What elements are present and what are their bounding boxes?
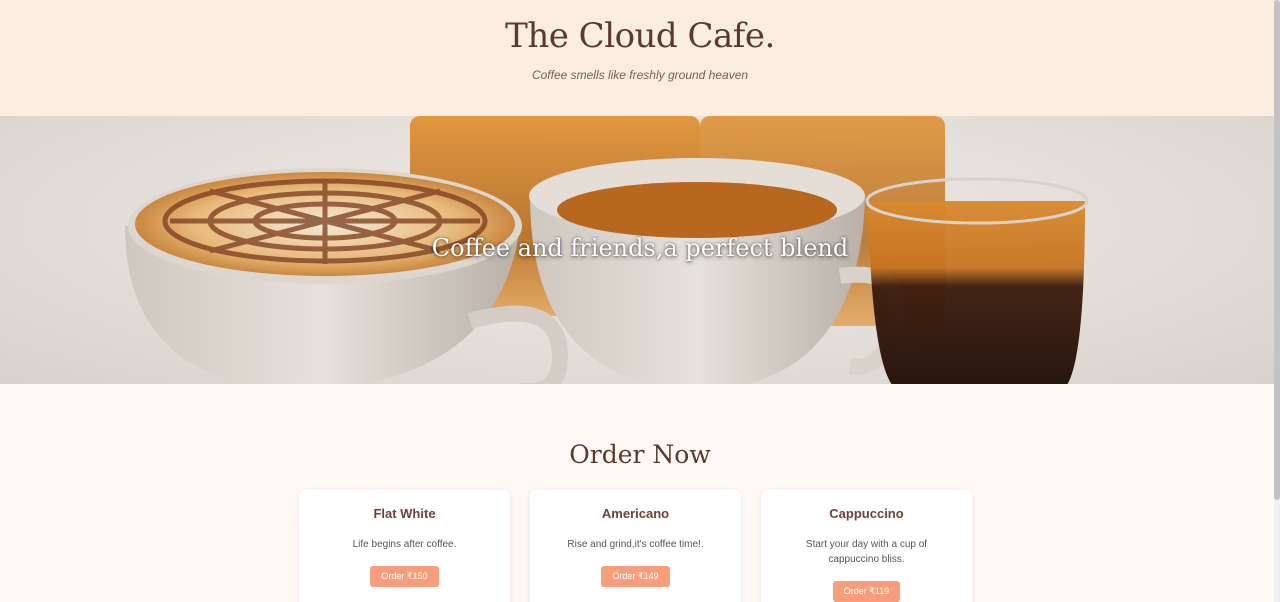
product-name: Cappuccino — [829, 506, 904, 521]
site-header: The Cloud Cafe. Coffee smells like fresh… — [0, 0, 1280, 116]
product-description: Rise and grind,it's coffee time!. — [567, 539, 704, 550]
order-button[interactable]: Order ₹149 — [601, 566, 670, 587]
product-name: Americano — [601, 506, 670, 521]
product-cards: Flat White Life begins after coffee. Ord… — [299, 490, 972, 602]
product-name: Flat White — [373, 506, 436, 521]
order-title: Order Now — [569, 440, 711, 469]
page-scrollbar[interactable] — [1274, 0, 1280, 602]
product-card: Cappuccino Start your day with a cup of … — [761, 490, 972, 602]
product-description: Start your day with a cup of cappuccino … — [805, 539, 928, 565]
hero-banner: Coffee and friends,a perfect blend — [0, 116, 1280, 384]
scrollbar-thumb[interactable] — [1274, 0, 1280, 500]
product-card: Americano Rise and grind,it's coffee tim… — [530, 490, 741, 602]
product-description: Life begins after coffee. — [352, 539, 457, 550]
hero-headline: Coffee and friends,a perfect blend — [431, 234, 849, 262]
tagline: Coffee smells like freshly ground heaven — [531, 68, 749, 82]
order-section: Order Now — [0, 440, 1280, 469]
product-card: Flat White Life begins after coffee. Ord… — [299, 490, 510, 602]
order-button[interactable]: Order ₹150 — [370, 566, 439, 587]
site-title: The Cloud Cafe. — [505, 16, 775, 56]
order-button[interactable]: Order ₹119 — [832, 581, 901, 602]
